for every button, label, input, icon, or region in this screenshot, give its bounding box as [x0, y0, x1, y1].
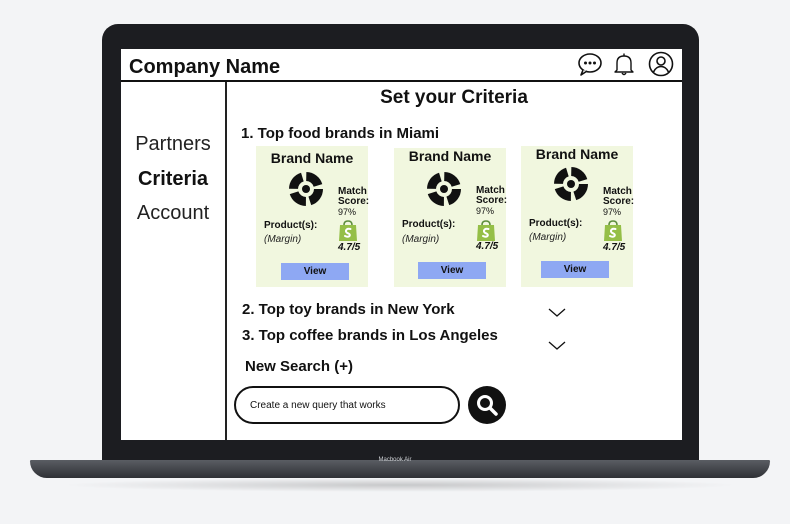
- sidebar-item-criteria[interactable]: Criteria: [121, 168, 225, 191]
- sidebar-divider: [225, 82, 227, 440]
- app-screen: Company Name Partners Criteria Account S…: [121, 49, 682, 440]
- match-score-value: 97%: [338, 207, 357, 217]
- view-button[interactable]: View: [418, 262, 486, 279]
- margin-label: (Margin): [402, 234, 440, 245]
- new-search-button[interactable]: New Search (+): [245, 358, 353, 375]
- products-label: Product(s):: [529, 218, 583, 229]
- brand-logo-icon: [424, 169, 464, 214]
- brand-name: Brand Name: [535, 146, 619, 162]
- criteria-item-3[interactable]: 3. Top coffee brands in Los Angeles: [242, 327, 498, 344]
- rating-value: 4.7/5: [338, 242, 361, 253]
- bell-icon[interactable]: [613, 52, 635, 76]
- chat-icon[interactable]: [577, 52, 603, 76]
- criteria-item-2[interactable]: 2. Top toy brands in New York: [242, 301, 455, 318]
- sidebar-item-account[interactable]: Account: [121, 202, 225, 225]
- view-button[interactable]: View: [541, 261, 609, 278]
- search-button[interactable]: [468, 386, 506, 424]
- brand-card: Brand Name Match Score: 97% Product(s): …: [256, 146, 370, 287]
- brand-logo-icon: [551, 164, 591, 209]
- match-score-label: Match Score:: [603, 186, 635, 207]
- products-label: Product(s):: [402, 219, 456, 230]
- user-icon[interactable]: [648, 51, 674, 77]
- search-icon: [477, 395, 498, 416]
- search-input[interactable]: [234, 386, 460, 424]
- match-score-label: Match Score:: [476, 185, 508, 206]
- app-header: Company Name: [121, 49, 682, 82]
- margin-label: (Margin): [529, 232, 567, 243]
- chevron-down-icon[interactable]: [548, 305, 566, 323]
- products-label: Product(s):: [264, 220, 318, 231]
- device-model-label: Macbook Air: [378, 457, 412, 463]
- rating-value: 4.7/5: [476, 241, 499, 252]
- sidebar-item-partners[interactable]: Partners: [121, 133, 225, 156]
- company-name: Company Name: [129, 56, 281, 78]
- chevron-down-icon[interactable]: [548, 338, 566, 356]
- brand-logo-icon: [286, 169, 326, 214]
- page-title: Set your Criteria: [380, 87, 528, 108]
- brand-card: Brand Name Match Score: 97% Product(s): …: [394, 148, 508, 287]
- match-score-value: 97%: [476, 206, 495, 216]
- rating-value: 4.7/5: [603, 242, 626, 253]
- margin-label: (Margin): [264, 234, 302, 245]
- brand-name: Brand Name: [408, 148, 492, 164]
- brand-card: Brand Name Match Score: 97% Product(s): …: [521, 146, 635, 287]
- criteria-item-1[interactable]: 1. Top food brands in Miami: [241, 125, 439, 142]
- view-button[interactable]: View: [281, 263, 349, 280]
- laptop-shadow: [60, 478, 740, 492]
- brand-name: Brand Name: [270, 150, 354, 166]
- match-score-value: 97%: [603, 207, 622, 217]
- match-score-label: Match Score:: [338, 186, 370, 207]
